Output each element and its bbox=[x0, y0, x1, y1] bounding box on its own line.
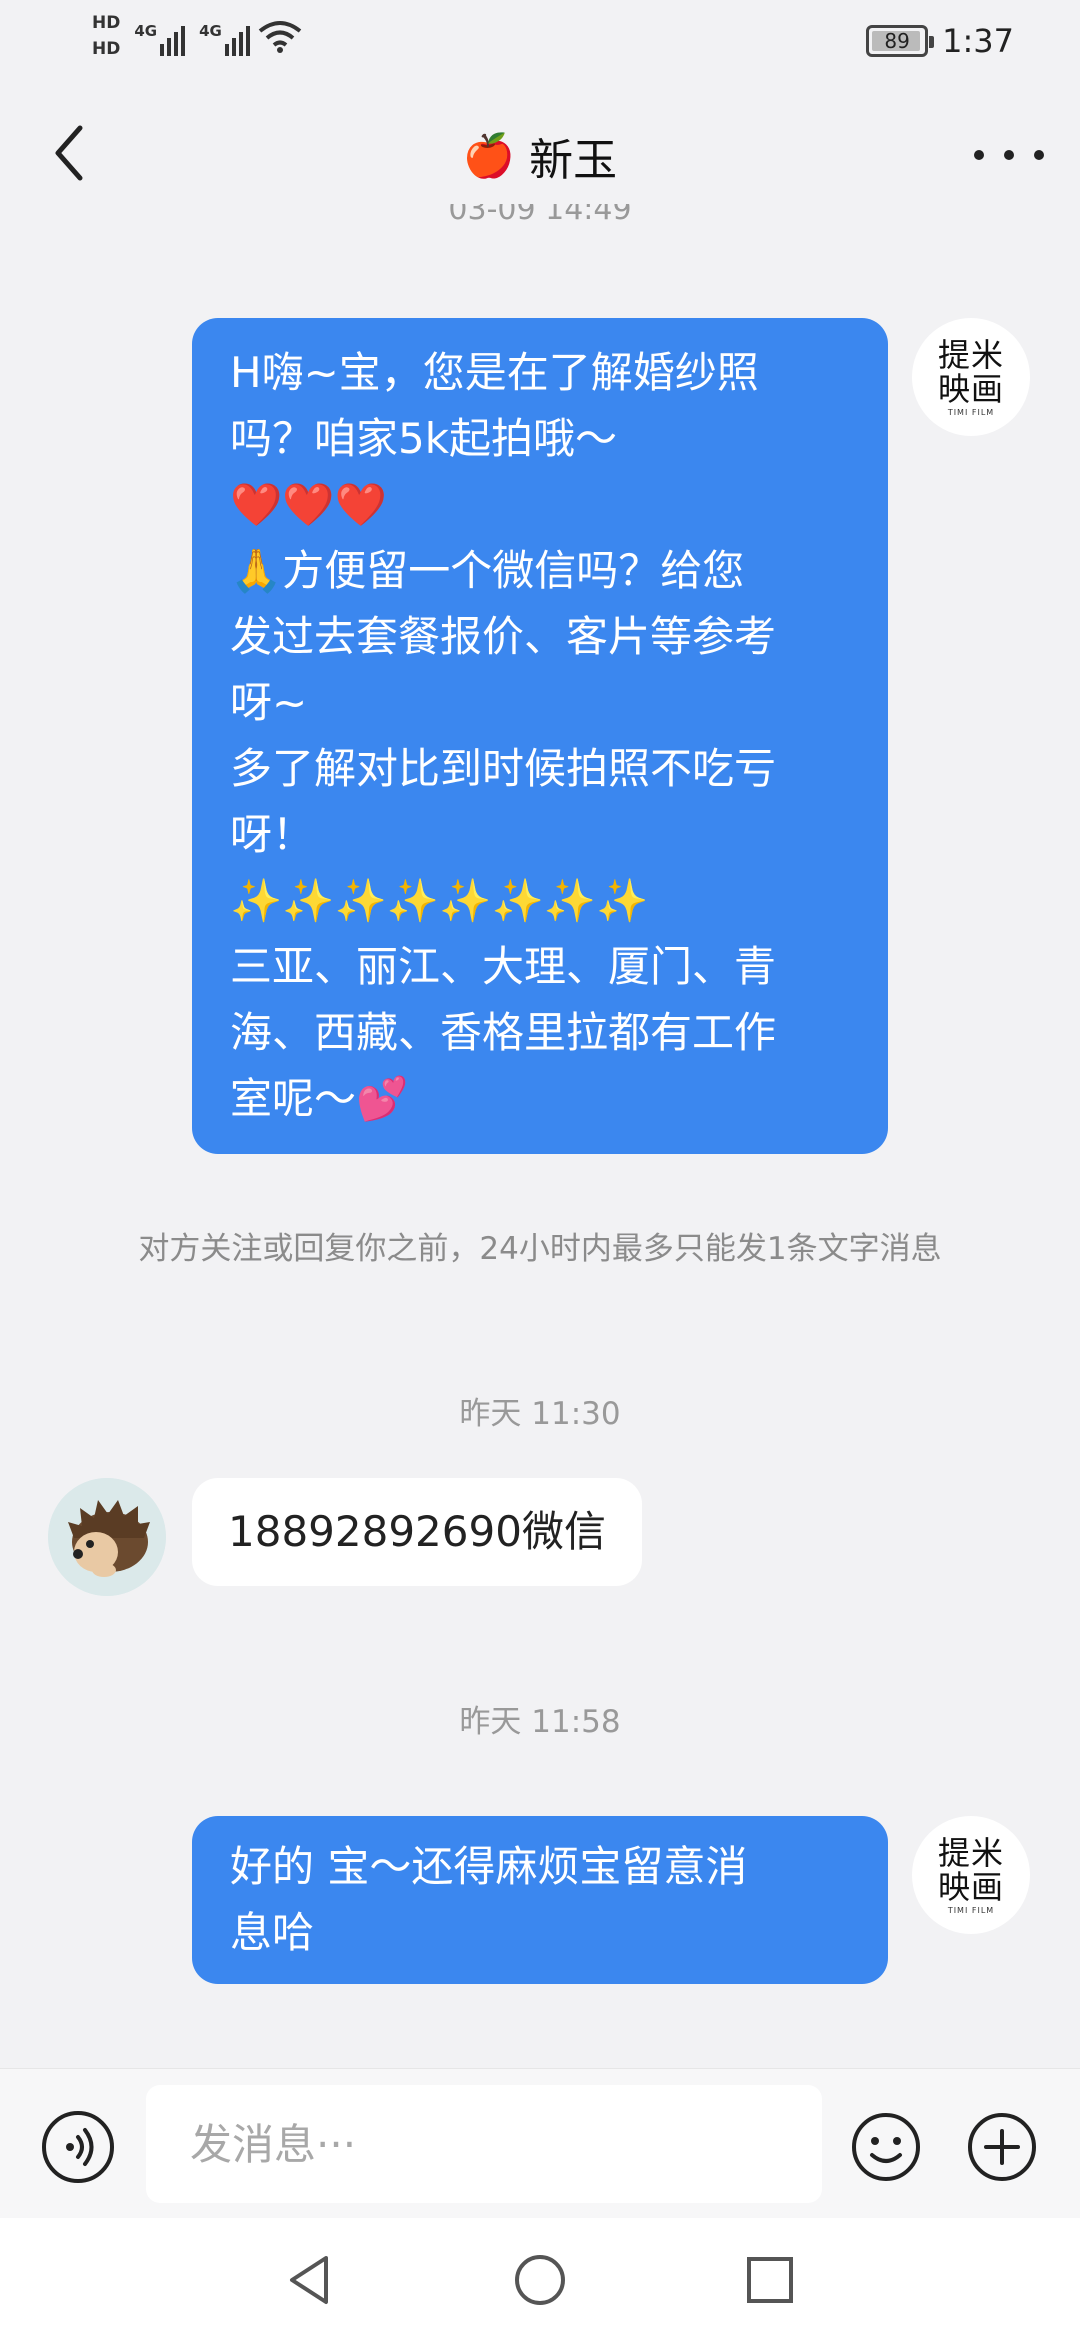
hedgehog-avatar-icon bbox=[48, 1478, 166, 1596]
my-avatar[interactable]: 提米 映画 TIMI FILM bbox=[912, 318, 1030, 436]
sparkles-emoji-line: ✨✨✨✨✨✨✨✨ bbox=[230, 876, 649, 925]
system-notice: 对方关注或回复你之前，24小时内最多只能发1条文字消息 bbox=[138, 1231, 942, 1267]
message-bubble[interactable]: H嗨~宝，您是在了解婚纱照 吗？咱家5k起拍哦～ ❤️❤️❤️ 🙏方便留一个微信… bbox=[192, 318, 888, 1154]
more-button[interactable] bbox=[974, 130, 1044, 180]
message-line: 室呢～💕 bbox=[230, 1074, 409, 1123]
battery-indicator: 89 bbox=[866, 25, 935, 57]
message-line: 呀！ bbox=[230, 810, 315, 859]
brand-name-line1: 提米 bbox=[937, 335, 1004, 374]
chat-header: 🍎 新玉 bbox=[0, 100, 1080, 210]
contact-name: 新玉 bbox=[529, 135, 618, 186]
brand-sub: TIMI FILM bbox=[947, 1905, 995, 1915]
network-indicators: HD HD 4G 4G bbox=[92, 12, 302, 60]
timestamp: 昨天 11:30 bbox=[459, 1396, 621, 1432]
composer-bar bbox=[0, 2068, 1080, 2218]
timestamp: 昨天 11:58 bbox=[459, 1704, 621, 1740]
emoji-button[interactable] bbox=[850, 2111, 922, 2183]
clock: 1:37 bbox=[942, 22, 1014, 60]
signal-icon: 4G bbox=[134, 16, 186, 56]
net2-label: 4G bbox=[199, 22, 222, 40]
message-input[interactable] bbox=[146, 2085, 822, 2203]
outgoing-message[interactable]: 好的 宝～还得麻烦宝留意消 息哈 bbox=[192, 1816, 888, 1984]
voice-icon bbox=[66, 2128, 94, 2166]
net1-label: 4G bbox=[134, 22, 158, 40]
message-line: 呀~ bbox=[230, 678, 308, 727]
incoming-message[interactable]: 18892892690微信 bbox=[192, 1478, 642, 1586]
voice-button[interactable] bbox=[42, 2111, 114, 2183]
plus-button[interactable] bbox=[966, 2111, 1038, 2183]
brand-name-line2: 映画 bbox=[937, 1867, 1004, 1906]
message-line: 海、西藏、香格里拉都有工作 bbox=[230, 1008, 777, 1057]
battery-level: 89 bbox=[884, 29, 910, 53]
contact-avatar[interactable] bbox=[48, 1478, 166, 1596]
brand-name-line2: 映画 bbox=[937, 369, 1004, 408]
outgoing-message[interactable]: H嗨~宝，您是在了解婚纱照 吗？咱家5k起拍哦～ ❤️❤️❤️ 🙏方便留一个微信… bbox=[192, 318, 888, 1154]
message-line: H嗨~宝，您是在了解婚纱照 bbox=[230, 348, 759, 397]
square-recent-icon[interactable] bbox=[742, 2252, 798, 2308]
sim1-hd-label: HD bbox=[92, 13, 121, 33]
partial-timestamp: 03-09 14:49 bbox=[448, 204, 632, 226]
message-line: 发过去套餐报价、客片等参考 bbox=[230, 612, 777, 661]
message-line: 🙏方便留一个微信吗？给您 bbox=[230, 546, 745, 595]
chat-title: 🍎 新玉 bbox=[0, 124, 1080, 188]
emoji-icon bbox=[852, 2113, 920, 2181]
signal-icon-2: 4G bbox=[199, 16, 250, 56]
plus-icon bbox=[968, 2113, 1036, 2181]
system-navigation-bar bbox=[0, 2218, 1080, 2340]
apple-emoji-icon: 🍎 bbox=[462, 131, 516, 180]
sim2-hd-label: HD bbox=[92, 39, 121, 59]
circle-home-icon[interactable] bbox=[512, 2252, 568, 2308]
wifi-icon bbox=[258, 21, 302, 53]
message-bubble[interactable]: 好的 宝～还得麻烦宝留意消 息哈 bbox=[192, 1816, 888, 1984]
message-line: 好的 宝～还得麻烦宝留意消 bbox=[230, 1842, 748, 1891]
hearts-emoji-line: ❤️❤️❤️ bbox=[230, 480, 387, 529]
brand-sub: TIMI FILM bbox=[947, 407, 995, 417]
my-avatar[interactable]: 提米 映画 TIMI FILM bbox=[912, 1816, 1030, 1934]
status-bar: HD HD 4G 4G 89 1:37 bbox=[0, 0, 1080, 90]
message-line: 多了解对比到时候拍照不吃亏 bbox=[230, 744, 777, 793]
message-line: 三亚、丽江、大理、厦门、青 bbox=[230, 942, 777, 991]
message-line: 息哈 bbox=[230, 1908, 315, 1957]
brand-name-line1: 提米 bbox=[937, 1833, 1004, 1872]
message-bubble[interactable]: 18892892690微信 bbox=[192, 1478, 642, 1586]
triangle-back-icon[interactable] bbox=[282, 2252, 338, 2308]
more-dots-icon bbox=[974, 150, 984, 160]
message-line: 吗？咱家5k起拍哦～ bbox=[230, 414, 618, 463]
